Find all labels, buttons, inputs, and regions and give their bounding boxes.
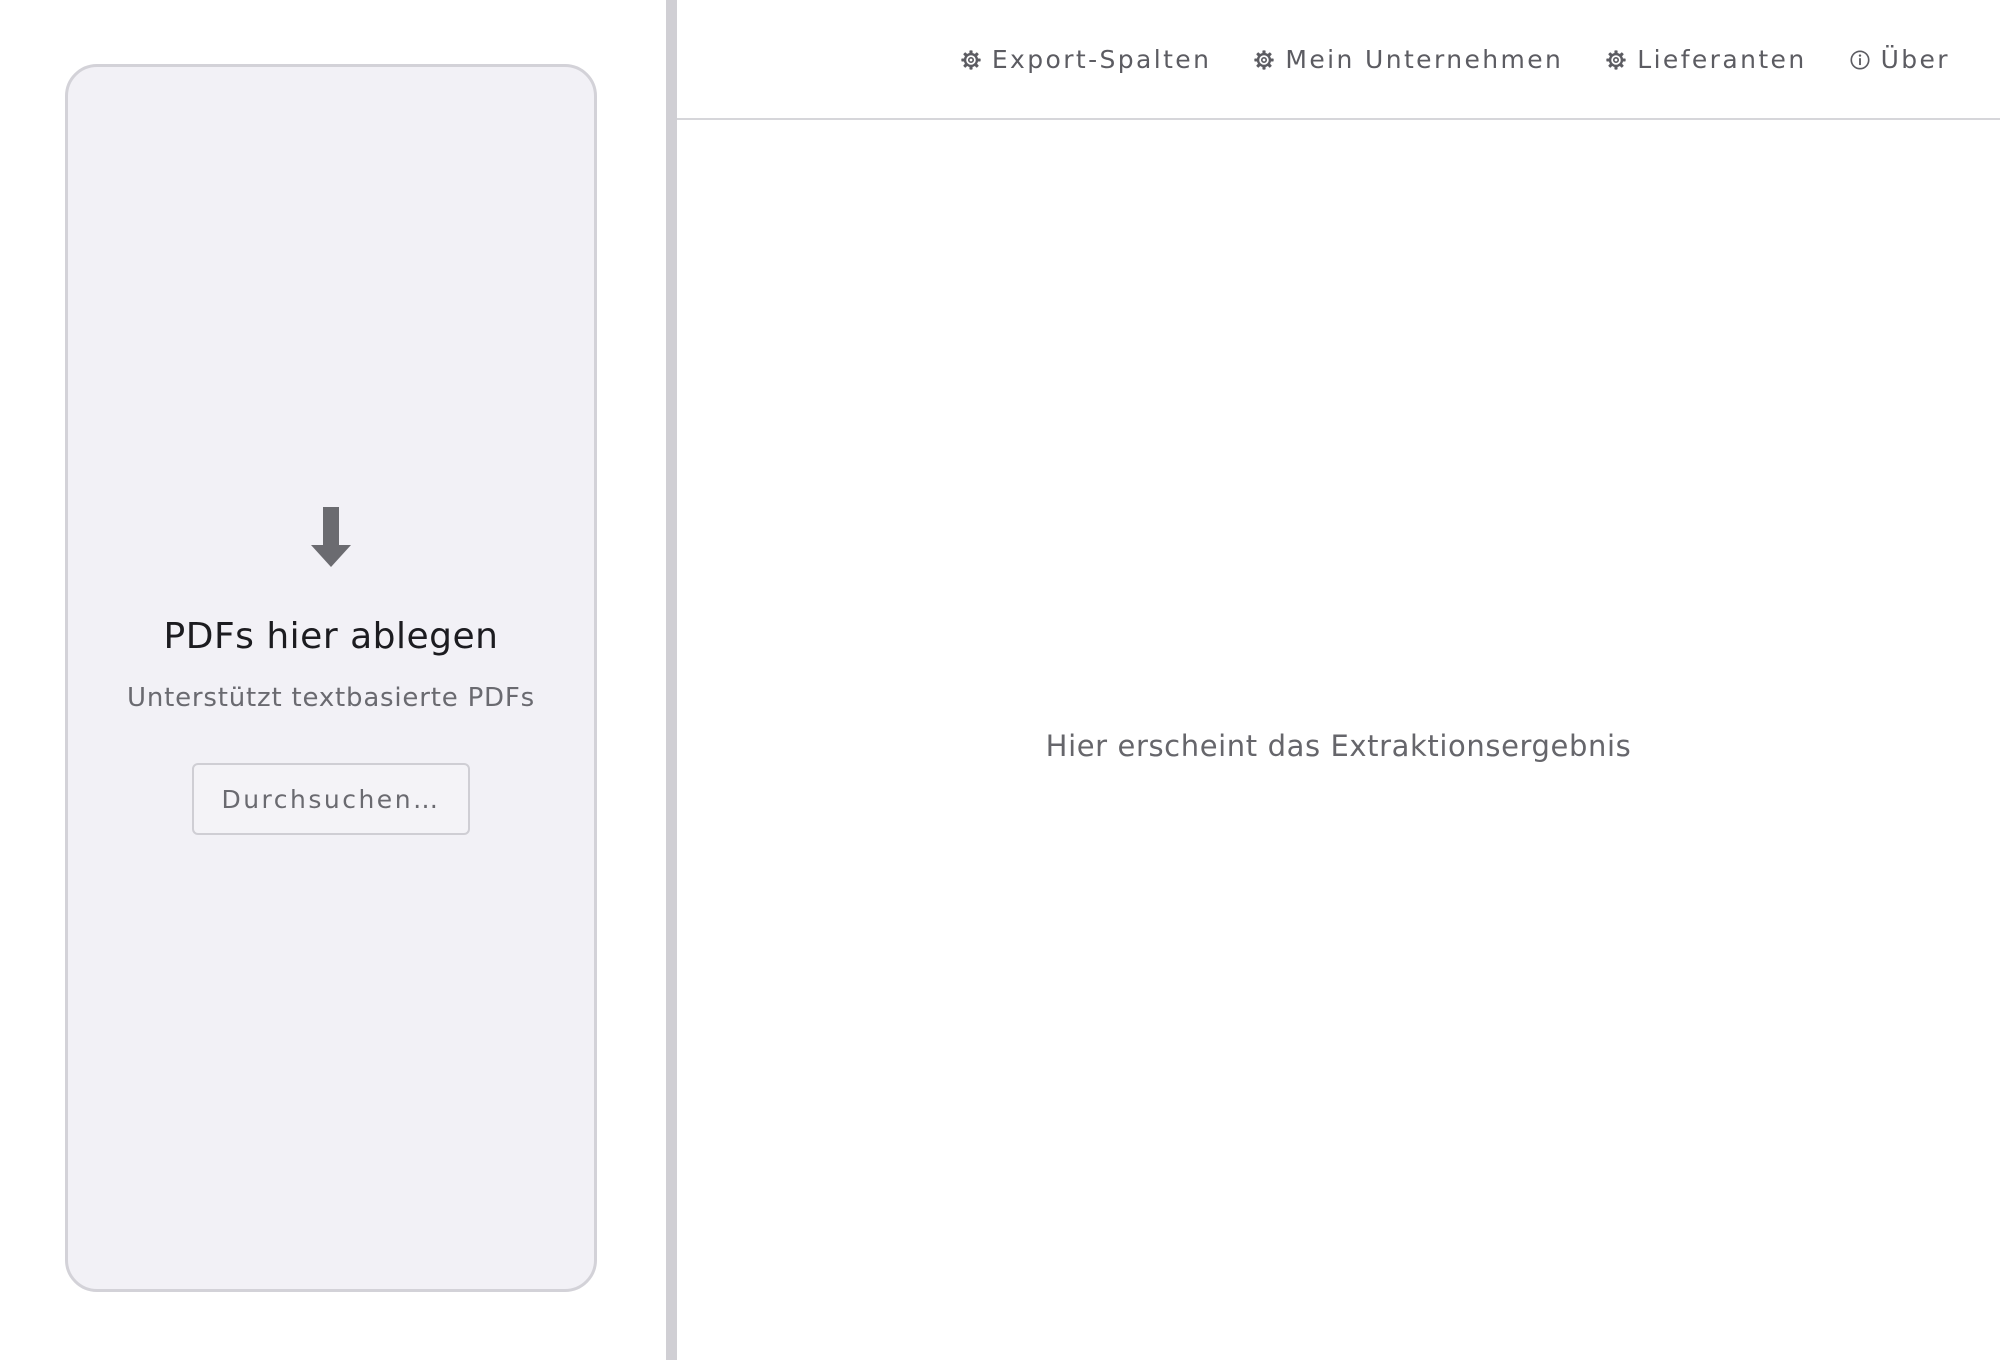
app-window: PDFs hier ablegen Unterstützt textbasier…: [0, 0, 2000, 1360]
upload-pane: PDFs hier ablegen Unterstützt textbasier…: [0, 0, 666, 1360]
my-company-label: Mein Unternehmen: [1285, 45, 1564, 74]
suppliers-label: Lieferanten: [1637, 45, 1807, 74]
about-button[interactable]: Über: [1849, 42, 1950, 78]
top-toolbar: Export-Spalten Mein Unternehmen Lieferan…: [677, 0, 2000, 120]
gear-icon: [960, 49, 982, 71]
pane-resize-handle[interactable]: [666, 0, 677, 1360]
dropzone-subtitle: Unterstützt textbasierte PDFs: [127, 683, 535, 713]
browse-button[interactable]: Durchsuchen…: [192, 763, 470, 835]
gear-icon: [1605, 49, 1627, 71]
my-company-button[interactable]: Mein Unternehmen: [1253, 42, 1563, 78]
dropzone-content: PDFs hier ablegen Unterstützt textbasier…: [68, 507, 594, 835]
pdf-dropzone[interactable]: PDFs hier ablegen Unterstützt textbasier…: [65, 64, 597, 1292]
result-pane: Export-Spalten Mein Unternehmen Lieferan…: [677, 0, 2000, 1360]
export-columns-button[interactable]: Export-Spalten: [960, 42, 1212, 78]
toolbar-nav: Export-Spalten Mein Unternehmen Lieferan…: [918, 42, 1950, 78]
dropzone-title: PDFs hier ablegen: [163, 616, 499, 657]
export-columns-label: Export-Spalten: [991, 45, 1212, 74]
gear-icon: [1253, 49, 1275, 71]
result-placeholder: Hier erscheint das Extraktionsergebnis: [1045, 729, 1632, 763]
info-icon: [1849, 49, 1871, 71]
about-label: Über: [1880, 45, 1950, 74]
arrow-down-icon: [311, 507, 351, 567]
suppliers-button[interactable]: Lieferanten: [1605, 42, 1806, 78]
